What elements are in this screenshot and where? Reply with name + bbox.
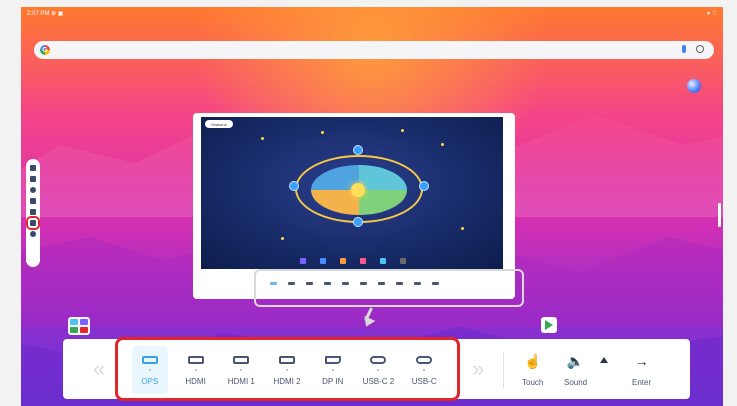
- dock-app-icon: [360, 258, 366, 264]
- back-icon[interactable]: [30, 165, 36, 171]
- preview-dock: [273, 256, 433, 266]
- wifi-battery-icons: ▾ ♡: [706, 11, 717, 17]
- source-bar-controls: ☝ Touch 🔈 Sound → Enter: [504, 346, 684, 396]
- app-folder-icon[interactable]: [68, 317, 90, 335]
- dock-app-icon: [340, 258, 346, 264]
- enter-label: Enter: [632, 378, 652, 387]
- sound-label: Sound: [564, 378, 588, 387]
- enter-button[interactable]: → Enter: [632, 346, 651, 387]
- star-icon: [281, 237, 284, 240]
- dock-app-icon: [380, 258, 386, 264]
- google-logo-icon: G: [40, 45, 50, 55]
- dock-app-icon: [320, 258, 326, 264]
- touch-label: Touch: [522, 378, 544, 387]
- dock-app-icon: [400, 258, 406, 264]
- earth-icon: [289, 181, 299, 191]
- preview-canvas: [201, 117, 503, 269]
- annotate-icon[interactable]: [30, 198, 36, 204]
- edge-scroll-handle[interactable]: [718, 203, 721, 227]
- clock-text: 2:07 PM: [27, 11, 50, 17]
- earth-icon: [353, 217, 363, 227]
- earth-icon: [353, 145, 363, 155]
- earth-icon: [419, 181, 429, 191]
- sun-icon: [351, 183, 365, 197]
- sources-highlight-box: [115, 337, 460, 401]
- dock-app-icon: [300, 258, 306, 264]
- status-right: ▾ ♡: [707, 10, 717, 20]
- lens-icon[interactable]: [696, 45, 704, 53]
- google-search-bar[interactable]: G: [34, 41, 714, 59]
- pen-icon[interactable]: [30, 209, 36, 215]
- play-store-icon[interactable]: [541, 317, 557, 333]
- settings-icon[interactable]: [30, 231, 36, 237]
- notification-icons: ⊗ ▣: [51, 11, 64, 17]
- mic-icon[interactable]: [682, 45, 686, 53]
- touch-icon: ☝: [523, 352, 542, 369]
- source-input-icon[interactable]: [26, 216, 40, 230]
- star-icon: [261, 137, 264, 140]
- status-bar: 2:07 PM ⊗ ▣ ▾ ♡: [27, 10, 717, 20]
- star-icon: [441, 143, 444, 146]
- sound-button[interactable]: 🔈 Sound: [564, 346, 588, 388]
- enter-arrow-icon: →: [634, 353, 649, 369]
- sound-icon: 🔈: [566, 352, 585, 369]
- volume-up-arrow-icon[interactable]: [600, 357, 608, 363]
- side-floating-toolbar: [26, 159, 40, 267]
- recents-icon[interactable]: [30, 187, 36, 193]
- assistant-orb-icon[interactable]: [687, 79, 701, 93]
- touch-button[interactable]: ☝ Touch: [522, 346, 544, 388]
- preview-bar-highlight: [254, 269, 524, 307]
- preview-title-pill[interactable]: Seasons: [205, 120, 233, 128]
- home-icon[interactable]: [30, 176, 36, 182]
- star-icon: [461, 227, 464, 230]
- prev-page-button[interactable]: «: [93, 356, 105, 382]
- status-left: 2:07 PM ⊗ ▣: [27, 10, 63, 20]
- next-page-button[interactable]: »: [472, 356, 484, 382]
- star-icon: [401, 129, 404, 132]
- star-icon: [321, 131, 324, 134]
